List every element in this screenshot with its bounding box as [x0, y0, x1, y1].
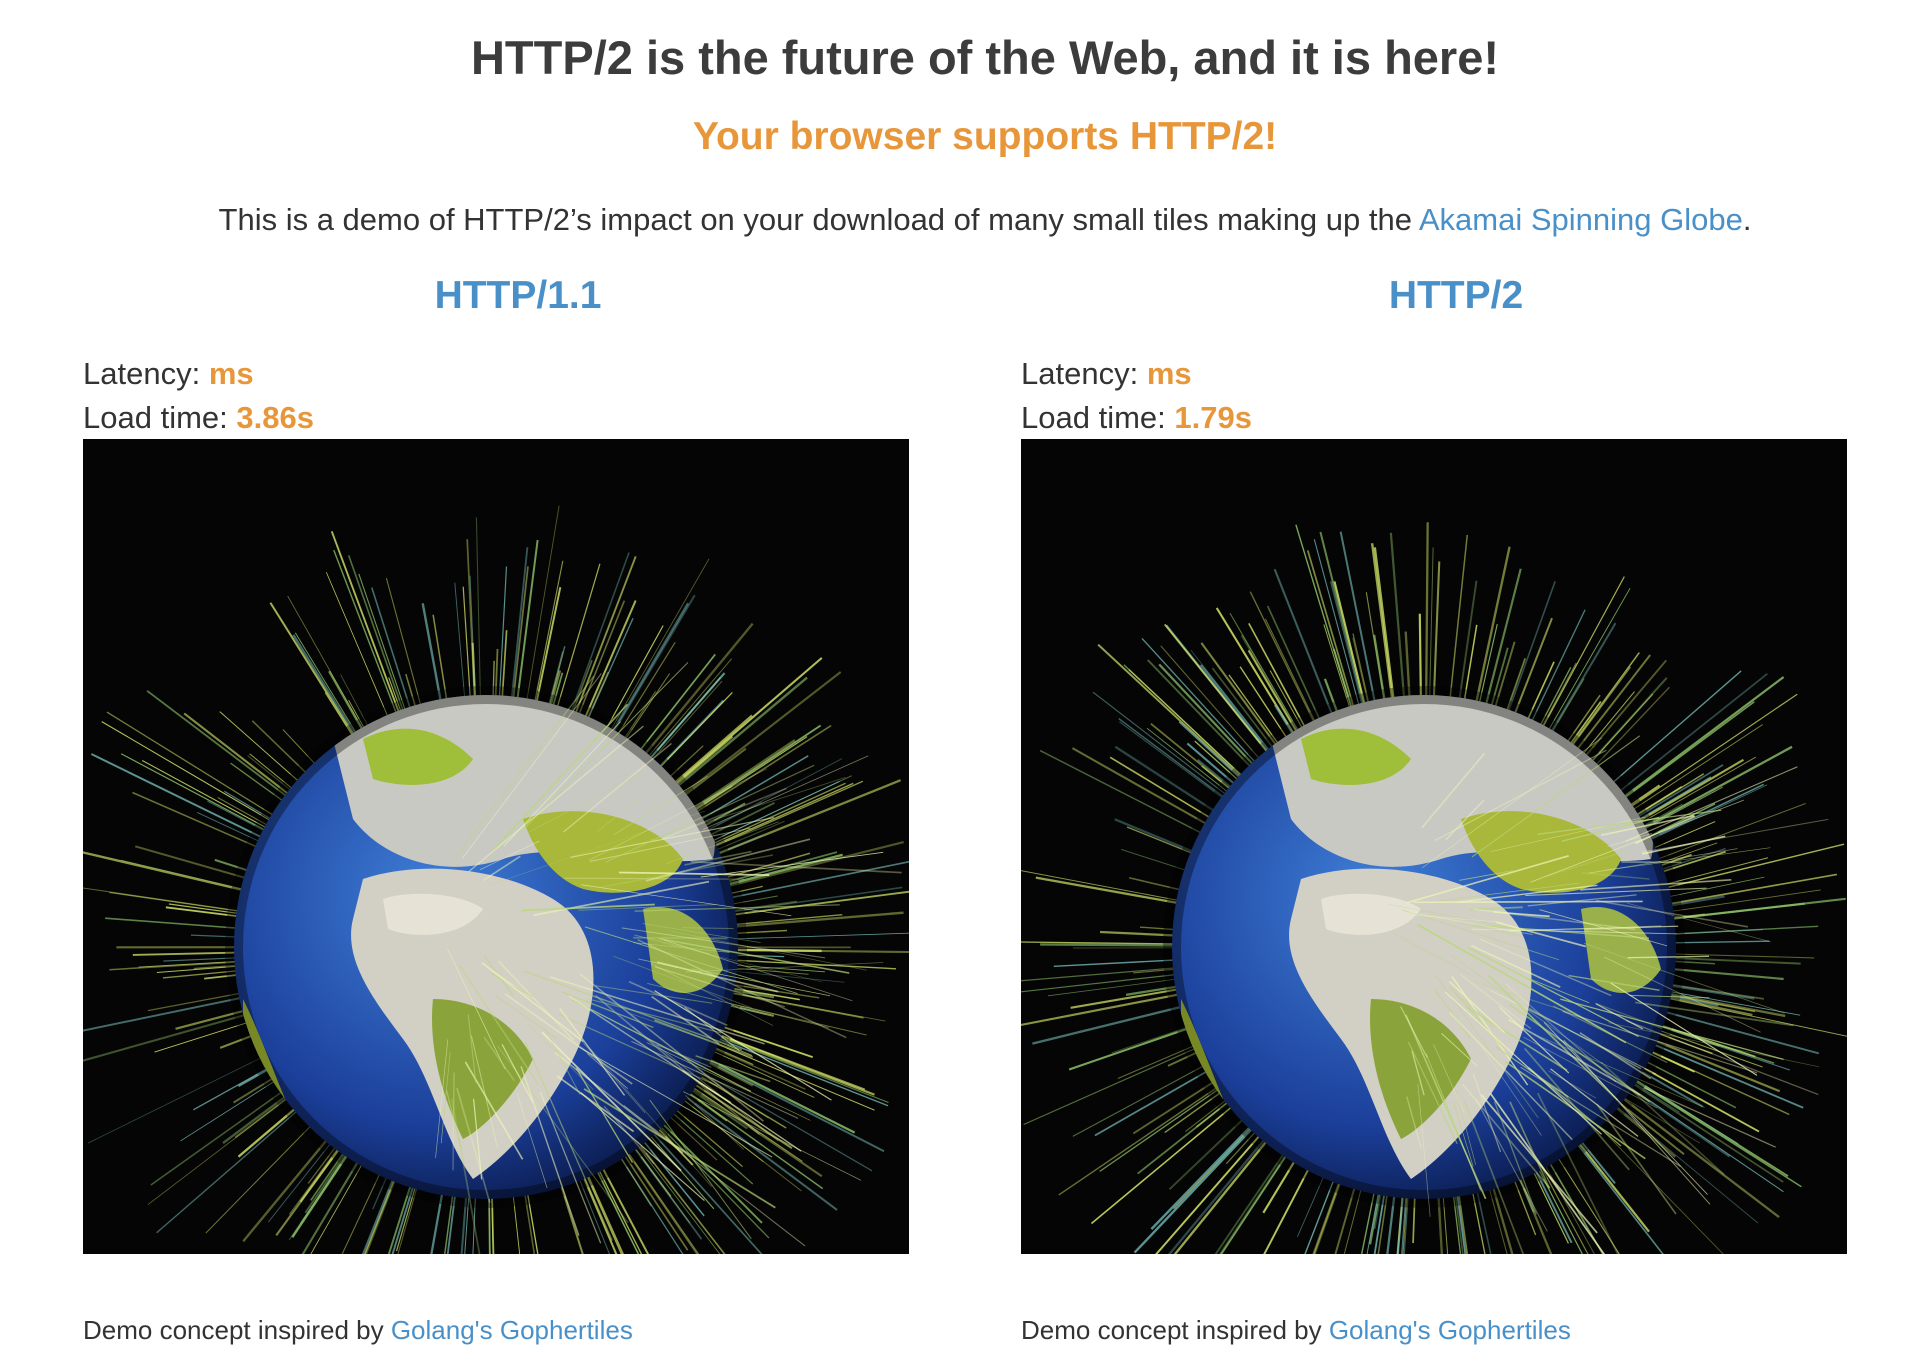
http1-load-time: Load time: 3.86s [83, 398, 314, 438]
http2-footer: Demo concept inspired by Golang's Gopher… [1021, 1313, 1571, 1347]
latency-label: Latency: [1021, 356, 1147, 391]
globe-icon [83, 505, 909, 1254]
http1-footer: Demo concept inspired by Golang's Gopher… [83, 1313, 633, 1347]
http1-globe-image [83, 439, 909, 1254]
load-time-label: Load time: [83, 400, 237, 435]
gophertiles-link[interactable]: Golang's Gophertiles [391, 1315, 633, 1345]
latency-label: Latency: [83, 356, 209, 391]
http1-column: HTTP/1.1 Latency: ms Load time: 3.86s De… [83, 0, 909, 1368]
load-time-label: Load time: [1021, 400, 1175, 435]
http2-load-time: Load time: 1.79s [1021, 398, 1252, 438]
gophertiles-link[interactable]: Golang's Gophertiles [1329, 1315, 1571, 1345]
globe-icon [1021, 522, 1847, 1254]
http1-latency: Latency: ms [83, 354, 254, 394]
load-time-value: 1.79s [1174, 400, 1252, 435]
http1-heading: HTTP/1.1 [434, 274, 602, 317]
footer-text: Demo concept inspired by [1021, 1315, 1329, 1345]
http2-column: HTTP/2 Latency: ms Load time: 1.79s Demo… [1021, 0, 1847, 1368]
http2-heading: HTTP/2 [1388, 274, 1524, 317]
latency-value: ms [208, 356, 254, 391]
page: HTTP/2 is the future of the Web, and it … [0, 0, 1918, 1368]
http2-globe-image [1021, 439, 1847, 1254]
footer-text: Demo concept inspired by [83, 1315, 391, 1345]
latency-value: ms [1146, 356, 1192, 391]
http2-latency: Latency: ms [1021, 354, 1192, 394]
load-time-value: 3.86s [236, 400, 314, 435]
